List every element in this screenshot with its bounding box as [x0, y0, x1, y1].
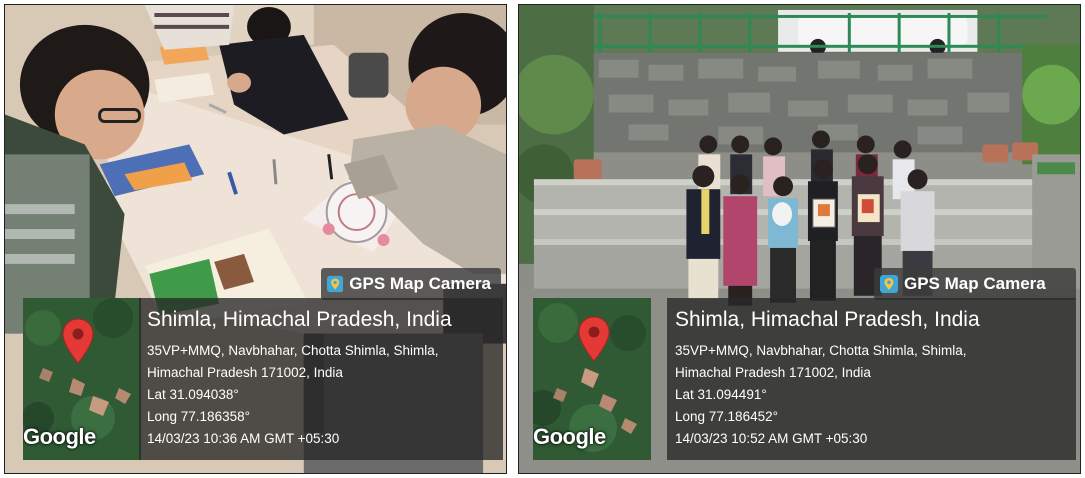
latitude: Lat 31.094491°	[675, 387, 767, 402]
map-camera-icon	[880, 275, 898, 293]
longitude: Long 77.186452°	[675, 409, 778, 424]
address-line-1: 35VP+MMQ, Navbhahar, Chotta Shimla, Shim…	[675, 343, 967, 358]
timestamp: 14/03/23 10:52 AM GMT +05:30	[675, 431, 868, 446]
photo-panel-left: GPS Map Camera Google Shimla, Himachal P…	[4, 4, 507, 474]
location-title: Shimla, Himachal Pradesh, India	[675, 308, 980, 331]
latitude: Lat 31.094038°	[147, 387, 239, 402]
address-line-2: Himachal Pradesh 171002, India	[675, 365, 871, 380]
location-info: Shimla, Himachal Pradesh, India 35VP+MMQ…	[139, 298, 503, 460]
camera-badge: GPS Map Camera	[321, 268, 501, 300]
photo-panel-right: GPS Map Camera Google Shimla, Himachal P…	[518, 4, 1081, 474]
address-line-1: 35VP+MMQ, Navbhahar, Chotta Shimla, Shim…	[147, 343, 439, 358]
google-watermark: Google	[533, 424, 606, 449]
map-pin-icon	[62, 318, 94, 364]
mini-map: Google	[23, 298, 141, 460]
longitude: Long 77.186358°	[147, 409, 250, 424]
location-info: Shimla, Himachal Pradesh, India 35VP+MMQ…	[667, 298, 1076, 460]
mini-map: Google	[533, 298, 651, 460]
map-pin-icon	[578, 316, 610, 362]
map-camera-icon	[327, 275, 344, 293]
google-watermark: Google	[23, 424, 96, 449]
camera-label: GPS Map Camera	[349, 274, 491, 293]
location-title: Shimla, Himachal Pradesh, India	[147, 308, 452, 331]
address-line-2: Himachal Pradesh 171002, India	[147, 365, 343, 380]
camera-label: GPS Map Camera	[904, 274, 1046, 293]
timestamp: 14/03/23 10:36 AM GMT +05:30	[147, 431, 340, 446]
camera-badge: GPS Map Camera	[874, 268, 1076, 300]
